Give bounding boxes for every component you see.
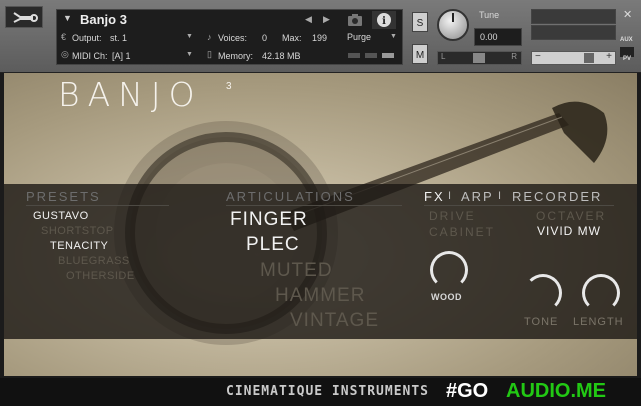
articulation-vintage[interactable]: VINTAGE	[290, 310, 379, 332]
watermark-hash: #GO	[446, 380, 489, 402]
info-icon[interactable]: i	[372, 11, 396, 29]
articulation-hammer[interactable]: HAMMER	[275, 285, 365, 307]
fx-drive[interactable]: DRIVE	[429, 209, 476, 223]
articulations-divider	[226, 205, 402, 206]
midi-icon: ◎	[61, 49, 69, 59]
pan-handle[interactable]	[473, 53, 485, 63]
kontakt-header: ▼ Banjo 3 ◀ ▶ i € Output: st. 1 ▼ ♪ Voic…	[0, 0, 641, 73]
output-label: Output:	[72, 33, 102, 43]
svg-text:i: i	[382, 16, 386, 27]
volume-handle[interactable]	[584, 53, 594, 63]
fx-vivid-mw[interactable]: VIVID MW	[537, 224, 601, 238]
memory-icon: ▯	[207, 49, 212, 59]
preset-otherside[interactable]: OTHERSIDE	[66, 270, 135, 282]
wood-label: WOOD	[431, 292, 462, 302]
next-instrument-icon[interactable]: ▶	[323, 14, 330, 25]
preset-gustavo[interactable]: GUSTAVO	[33, 210, 89, 222]
footer-bar: CINEMATIQUE INSTRUMENTS #GO AUDIO.ME	[0, 378, 641, 406]
output-icon: €	[61, 32, 67, 42]
snapshot-camera-icon[interactable]	[343, 11, 367, 29]
banjo-logo: BANJO	[58, 75, 203, 114]
tab-arp[interactable]: ARP	[461, 189, 494, 204]
pv-label: PV	[622, 56, 631, 62]
fx-cabinet[interactable]: CABINET	[429, 225, 495, 239]
voices-value: 0	[262, 33, 268, 43]
length-label: LENGTH	[573, 316, 624, 328]
memory-label: Memory:	[218, 51, 254, 61]
volume-slider[interactable]: − +	[531, 51, 616, 65]
collapse-arrow-icon[interactable]: ▼	[63, 13, 72, 23]
instrument-name[interactable]: Banjo 3	[80, 12, 127, 27]
presets-divider	[26, 205, 169, 206]
instrument-panel: BANJO 3 PRESETS GUSTAVO SHORTSTOP TENACI…	[4, 73, 637, 376]
tone-label: TONE	[524, 316, 559, 328]
presets-title: PRESETS	[26, 189, 101, 204]
voices-icon: ♪	[207, 32, 212, 42]
tune-label: Tune	[479, 10, 500, 20]
articulation-muted[interactable]: MUTED	[260, 260, 333, 282]
articulation-plec[interactable]: PLEC	[246, 234, 300, 256]
max-label: Max:	[282, 33, 302, 43]
purge-label: Purge	[347, 32, 372, 42]
level-meter-left	[531, 9, 616, 24]
preset-bluegrass[interactable]: BLUEGRASS	[58, 255, 130, 267]
midi-dropdown-icon[interactable]: ▼	[186, 51, 193, 58]
solo-button[interactable]: S	[412, 12, 428, 32]
pv-button[interactable]: PV	[620, 47, 634, 62]
brand-name: CINEMATIQUE INSTRUMENTS	[226, 384, 430, 399]
voices-label: Voices:	[218, 33, 248, 43]
tune-knob[interactable]	[437, 9, 469, 41]
prev-instrument-icon[interactable]: ◀	[305, 14, 312, 25]
tab-recorder[interactable]: RECORDER	[512, 189, 602, 204]
articulation-finger[interactable]: FINGER	[230, 209, 308, 231]
tune-value-field[interactable]: 0.00	[474, 28, 522, 46]
tone-knob[interactable]	[524, 274, 562, 312]
tab-fx[interactable]: FX	[424, 189, 445, 204]
midi-label: MIDI Ch:	[72, 51, 108, 61]
output-value[interactable]: st. 1	[110, 33, 127, 43]
volume-minus[interactable]: −	[535, 51, 541, 62]
solo-label: S	[416, 18, 424, 29]
length-knob[interactable]	[582, 274, 620, 312]
purge-dropdown-icon: ▼	[390, 33, 397, 40]
purge-dropdown[interactable]: Purge ▼	[344, 30, 400, 44]
mute-button[interactable]: M	[412, 44, 428, 64]
preset-shortstop[interactable]: SHORTSTOP	[41, 225, 114, 237]
close-icon[interactable]: ✕	[623, 8, 632, 21]
midi-value[interactable]: [A] 1	[112, 51, 131, 61]
aux-label[interactable]: AUX	[620, 37, 633, 43]
tab-separator-1: I	[448, 190, 452, 202]
memory-value: 42.18 MB	[262, 51, 301, 61]
output-dropdown-icon[interactable]: ▼	[186, 33, 193, 40]
pan-right-label: R	[511, 52, 517, 61]
wood-knob[interactable]	[430, 251, 468, 289]
level-meter-right	[531, 25, 616, 40]
fx-octaver[interactable]: OCTAVER	[536, 209, 606, 223]
wrench-button[interactable]	[5, 6, 43, 28]
pan-slider[interactable]: L R	[437, 51, 522, 65]
volume-plus[interactable]: +	[606, 51, 612, 62]
fx-divider	[424, 205, 614, 206]
banjo-logo-superscript: 3	[226, 81, 232, 92]
preset-tenacity[interactable]: TENACITY	[50, 240, 108, 252]
pan-left-label: L	[441, 52, 446, 61]
tune-value: 0.00	[480, 32, 498, 42]
mute-label: M	[415, 50, 425, 61]
watermark-domain: AUDIO.ME	[506, 380, 606, 402]
purge-meter	[348, 53, 396, 58]
tab-separator-2: I	[498, 190, 502, 202]
wrench-icon	[13, 12, 38, 23]
max-value[interactable]: 199	[312, 33, 327, 43]
articulations-title: ARTICULATIONS	[226, 189, 355, 204]
